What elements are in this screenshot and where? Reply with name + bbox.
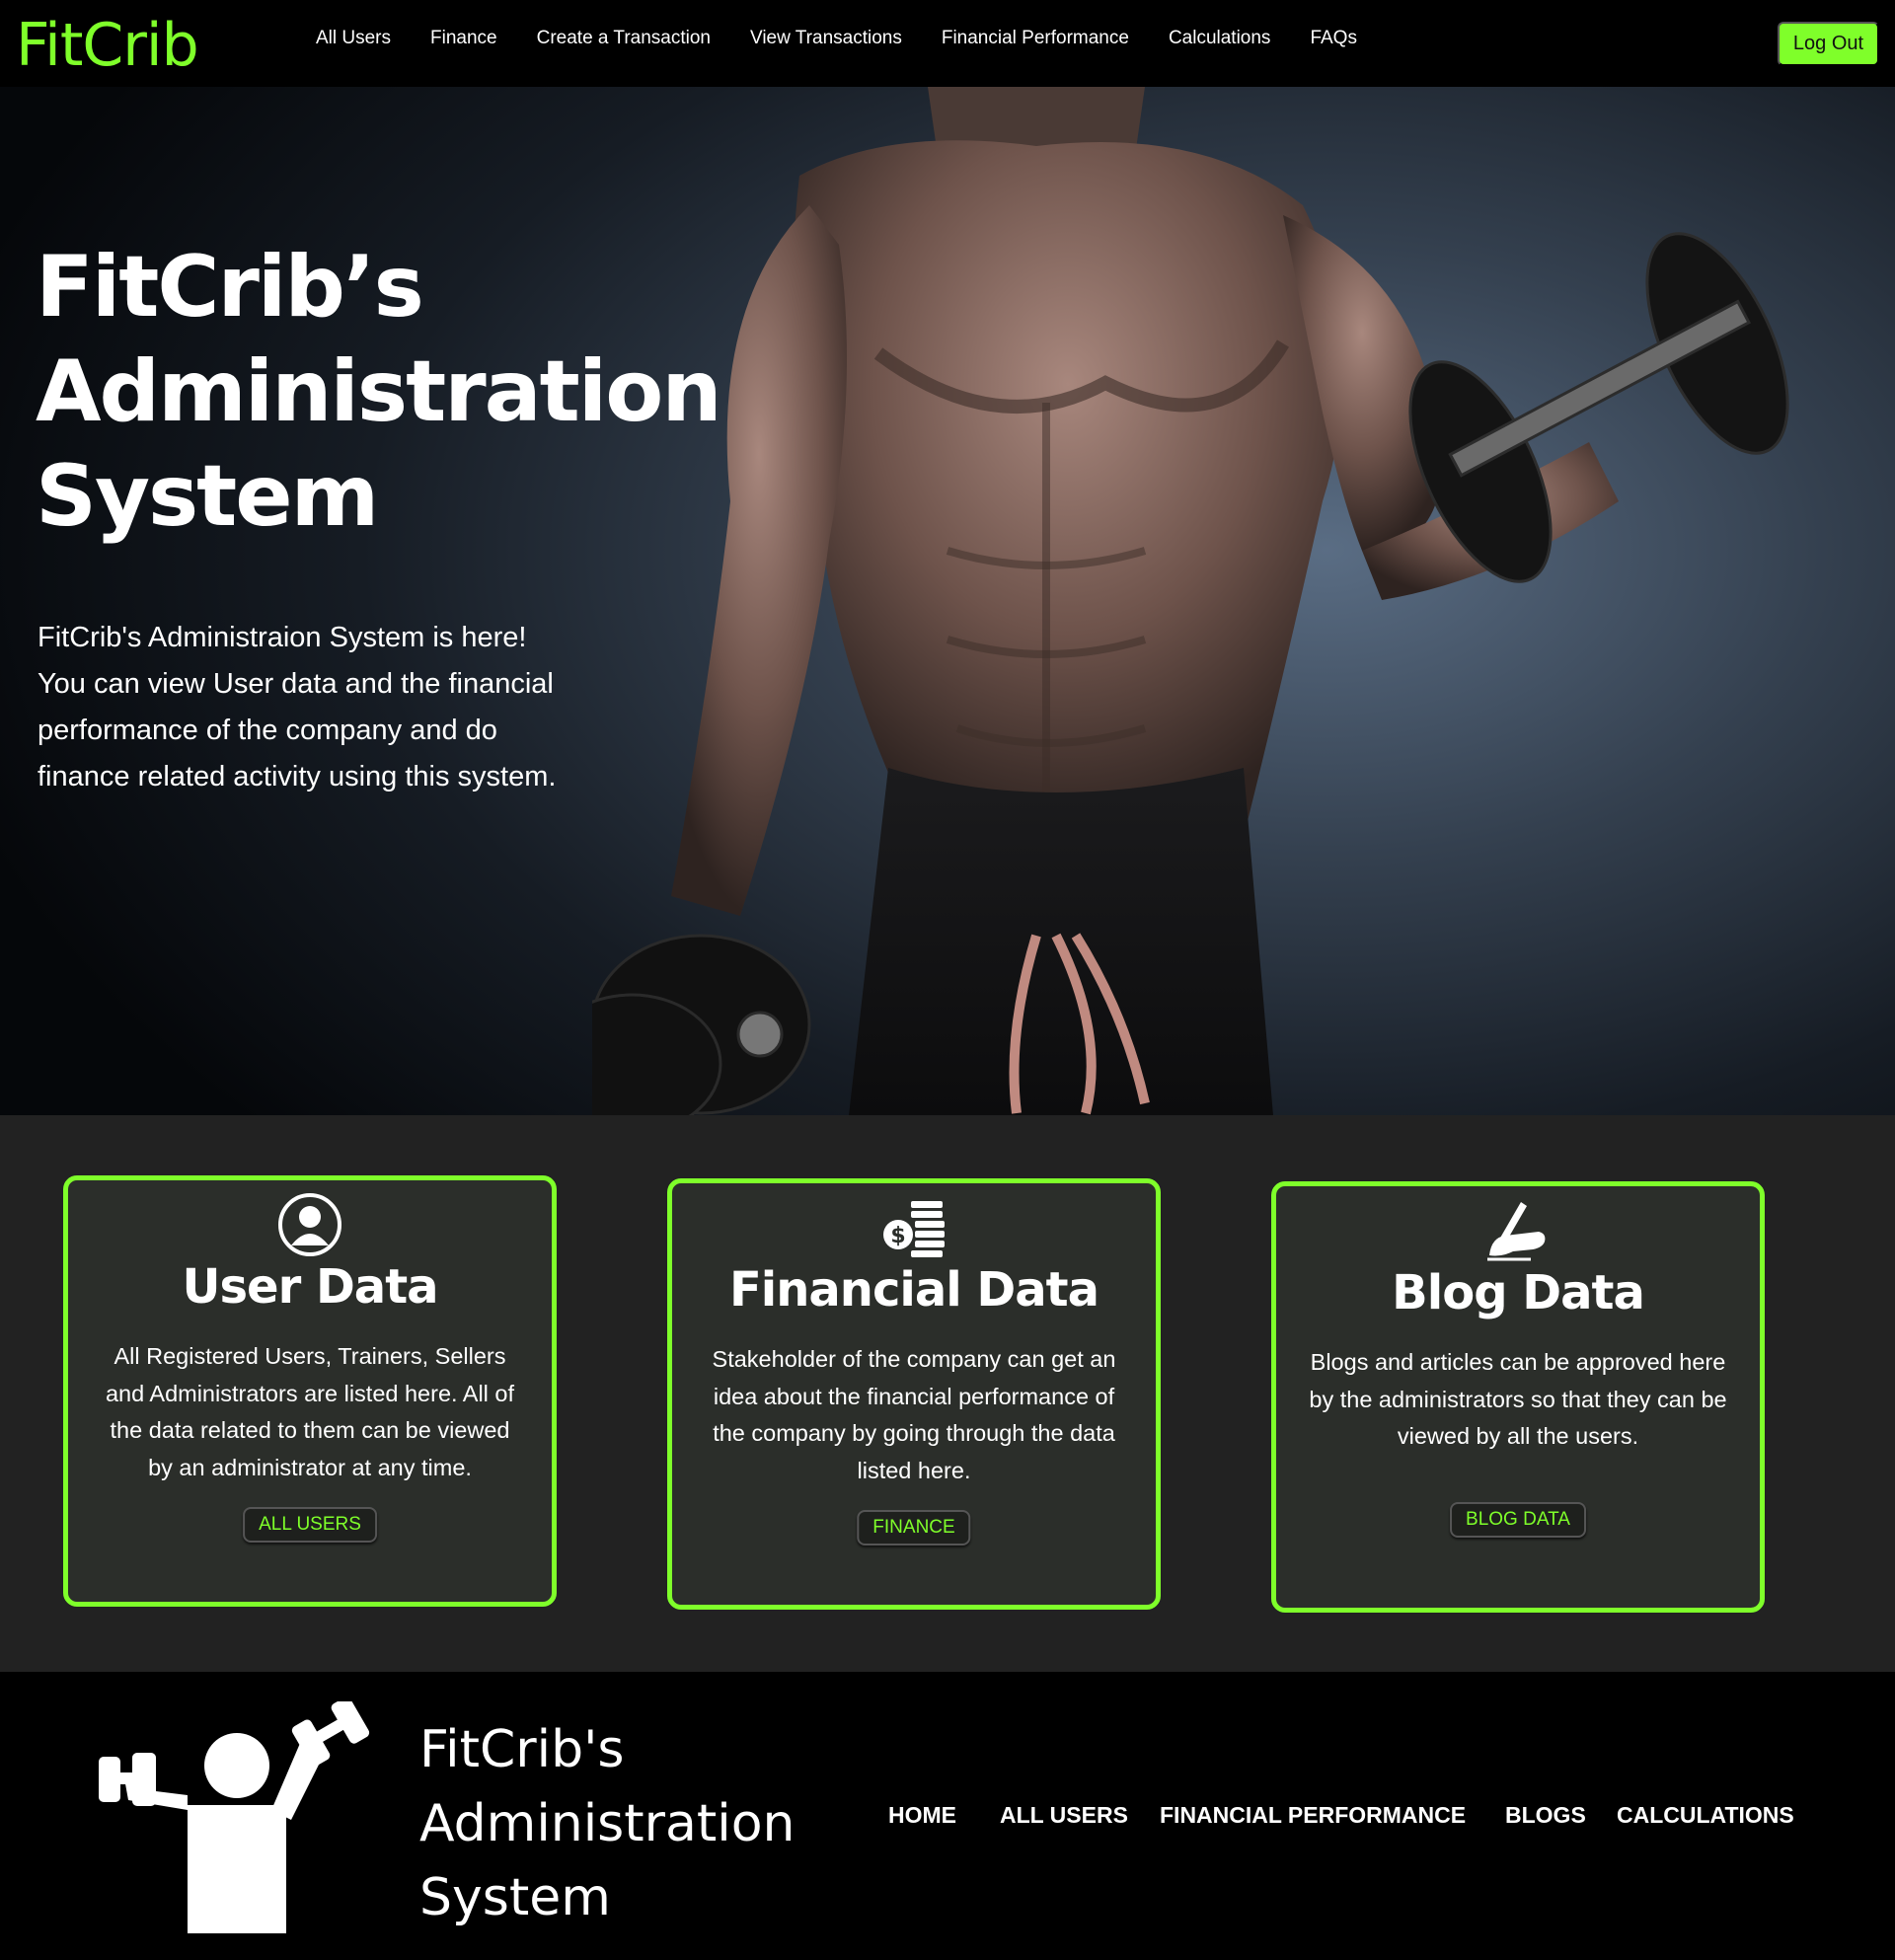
logout-button[interactable]: Log Out [1778, 22, 1879, 66]
card-description: Blogs and articles can be approved here … [1309, 1349, 1727, 1449]
footer-link-blogs[interactable]: BLOGS [1505, 1802, 1586, 1829]
finance-button[interactable]: FINANCE [857, 1510, 971, 1545]
card-title: Financial Data [728, 1262, 1099, 1318]
writing-hand-icon [1487, 1202, 1546, 1261]
feature-cards-section: User Data All Registered Users, Trainers… [0, 1115, 1895, 1672]
footer-link-all-users[interactable]: ALL USERS [1000, 1802, 1128, 1829]
hero-title-line: System [36, 447, 379, 546]
nav-links: All Users Finance Create a Transaction V… [316, 24, 1357, 53]
money-stack-icon: $ [883, 1201, 945, 1257]
all-users-button[interactable]: ALL USERS [243, 1507, 377, 1543]
hero-title-line: Administration [36, 342, 722, 441]
hero-description: FitCrib's Administraion System is here! … [38, 622, 557, 792]
hero-title-line: FitCrib’s [36, 238, 424, 337]
user-data-card: User Data All Registered Users, Trainers… [63, 1175, 557, 1607]
nav-link-all-users[interactable]: All Users [316, 24, 391, 53]
card-title: Blog Data [1392, 1265, 1645, 1320]
nav-link-view-transactions[interactable]: View Transactions [750, 24, 902, 53]
card-description: Stakeholder of the company can get an id… [712, 1346, 1116, 1483]
footer-title-line: System [419, 1868, 611, 1927]
weightlifter-logo-icon [99, 1701, 370, 1933]
nav-link-create-transaction[interactable]: Create a Transaction [537, 24, 711, 53]
blog-data-button[interactable]: BLOG DATA [1450, 1502, 1586, 1538]
card-title: User Data [182, 1259, 438, 1315]
footer-title-line: FitCrib's [419, 1720, 625, 1779]
nav-link-calculations[interactable]: Calculations [1169, 24, 1271, 53]
hero-bodybuilder-image [592, 87, 1789, 1115]
blog-data-card: Blog Data Blogs and articles can be appr… [1271, 1181, 1765, 1613]
svg-text:$: $ [890, 1224, 905, 1248]
footer: FitCrib's Administration System HOME ALL… [0, 1672, 1895, 1960]
footer-link-financial-performance[interactable]: FINANCIAL PERFORMANCE [1160, 1802, 1466, 1829]
financial-data-card: $ Financial Data Stakeholder of the comp… [667, 1178, 1161, 1610]
hero-title: FitCrib’s Administration System [36, 235, 722, 549]
footer-title: FitCrib's Administration System [419, 1713, 796, 1935]
footer-title-line: Administration [419, 1794, 796, 1853]
hero-banner: FitCrib’s Administration System FitCrib'… [0, 87, 1895, 1115]
footer-link-calculations[interactable]: CALCULATIONS [1617, 1802, 1794, 1829]
top-navbar: FitCrib All Users Finance Create a Trans… [0, 0, 1895, 87]
nav-link-financial-performance[interactable]: Financial Performance [942, 24, 1129, 53]
nav-link-faqs[interactable]: FAQs [1310, 24, 1357, 53]
user-icon [278, 1193, 341, 1256]
nav-link-finance[interactable]: Finance [430, 24, 497, 53]
brand-logo[interactable]: FitCrib [16, 10, 199, 81]
footer-link-home[interactable]: HOME [888, 1802, 956, 1829]
card-description: All Registered Users, Trainers, Sellers … [105, 1343, 515, 1480]
